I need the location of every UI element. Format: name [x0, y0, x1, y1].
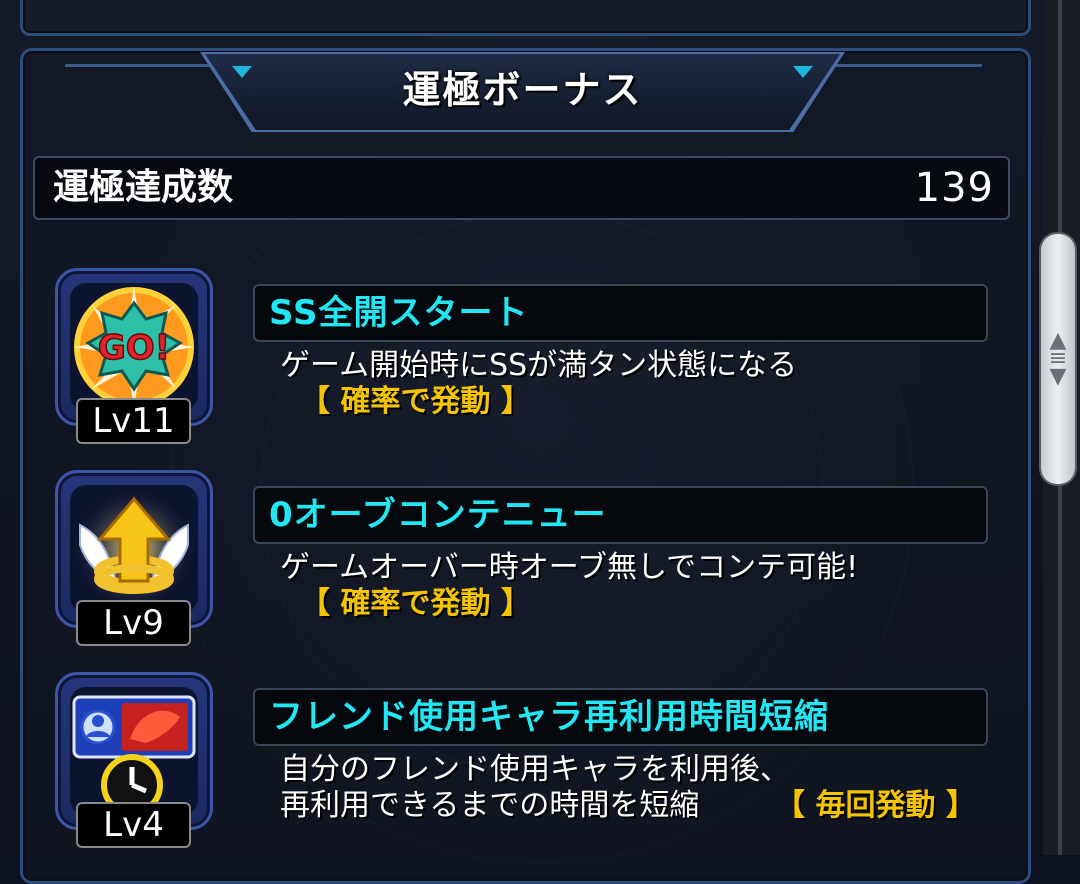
bonus-level-badge: Lv4: [76, 802, 191, 848]
header-rule-right: [832, 64, 982, 67]
bonus-name: 0オーブコンテニュー: [269, 495, 607, 535]
bonus-item[interactable]: Lv4 フレンド使用キャラ再利用時間短縮 自分のフレンド使用キャラを利用後、 再…: [0, 672, 1080, 862]
panel-title: 運極ボーナス: [402, 68, 643, 112]
bonus-description: ゲームオーバー時オーブ無しでコンテ可能!: [280, 550, 859, 585]
achievement-count-label: 運極達成数: [53, 167, 234, 208]
scroll-grip-icon: ▲ ≡ ▼: [1048, 328, 1068, 389]
bonus-name-box: フレンド使用キャラ再利用時間短縮: [253, 688, 988, 746]
svg-text:GO!: GO!: [98, 328, 170, 368]
bonus-item[interactable]: GO! Lv11 SS全開スタート ゲーム開始時にSSが満タン状態になる 【 確…: [0, 268, 1080, 458]
bonus-level-badge: Lv11: [76, 398, 191, 444]
achievement-count-row: 運極達成数 139: [33, 156, 1010, 220]
bonus-name: フレンド使用キャラ再利用時間短縮: [269, 697, 829, 737]
bonus-trigger: 【 確率で発動 】: [300, 586, 531, 621]
bonus-trigger: 【 確率で発動 】: [300, 384, 531, 419]
bonus-description: ゲーム開始時にSSが満タン状態になる: [280, 348, 798, 383]
bonus-description-line: 再利用できるまでの時間を短縮: [280, 788, 700, 823]
winged-up-arrow-icon: [70, 485, 198, 613]
friend-clock-icon: [70, 687, 198, 816]
bonus-name-box: 0オーブコンテニュー: [253, 486, 988, 544]
go-burst-icon: GO!: [70, 283, 198, 411]
bonus-trigger: 【 毎回発動 】: [775, 788, 976, 823]
bonus-name-box: SS全開スタート: [253, 284, 988, 342]
header-rule-left: [65, 64, 215, 67]
bonus-level-badge: Lv9: [76, 600, 191, 646]
bonus-item[interactable]: Lv9 0オーブコンテニュー ゲームオーバー時オーブ無しでコンテ可能! 【 確率…: [0, 470, 1080, 660]
previous-panel-edge: [20, 0, 1031, 36]
bonus-name: SS全開スタート: [269, 293, 529, 333]
bonus-description-line: 自分のフレンド使用キャラを利用後、: [280, 752, 790, 787]
achievement-count-value: 139: [914, 165, 994, 211]
